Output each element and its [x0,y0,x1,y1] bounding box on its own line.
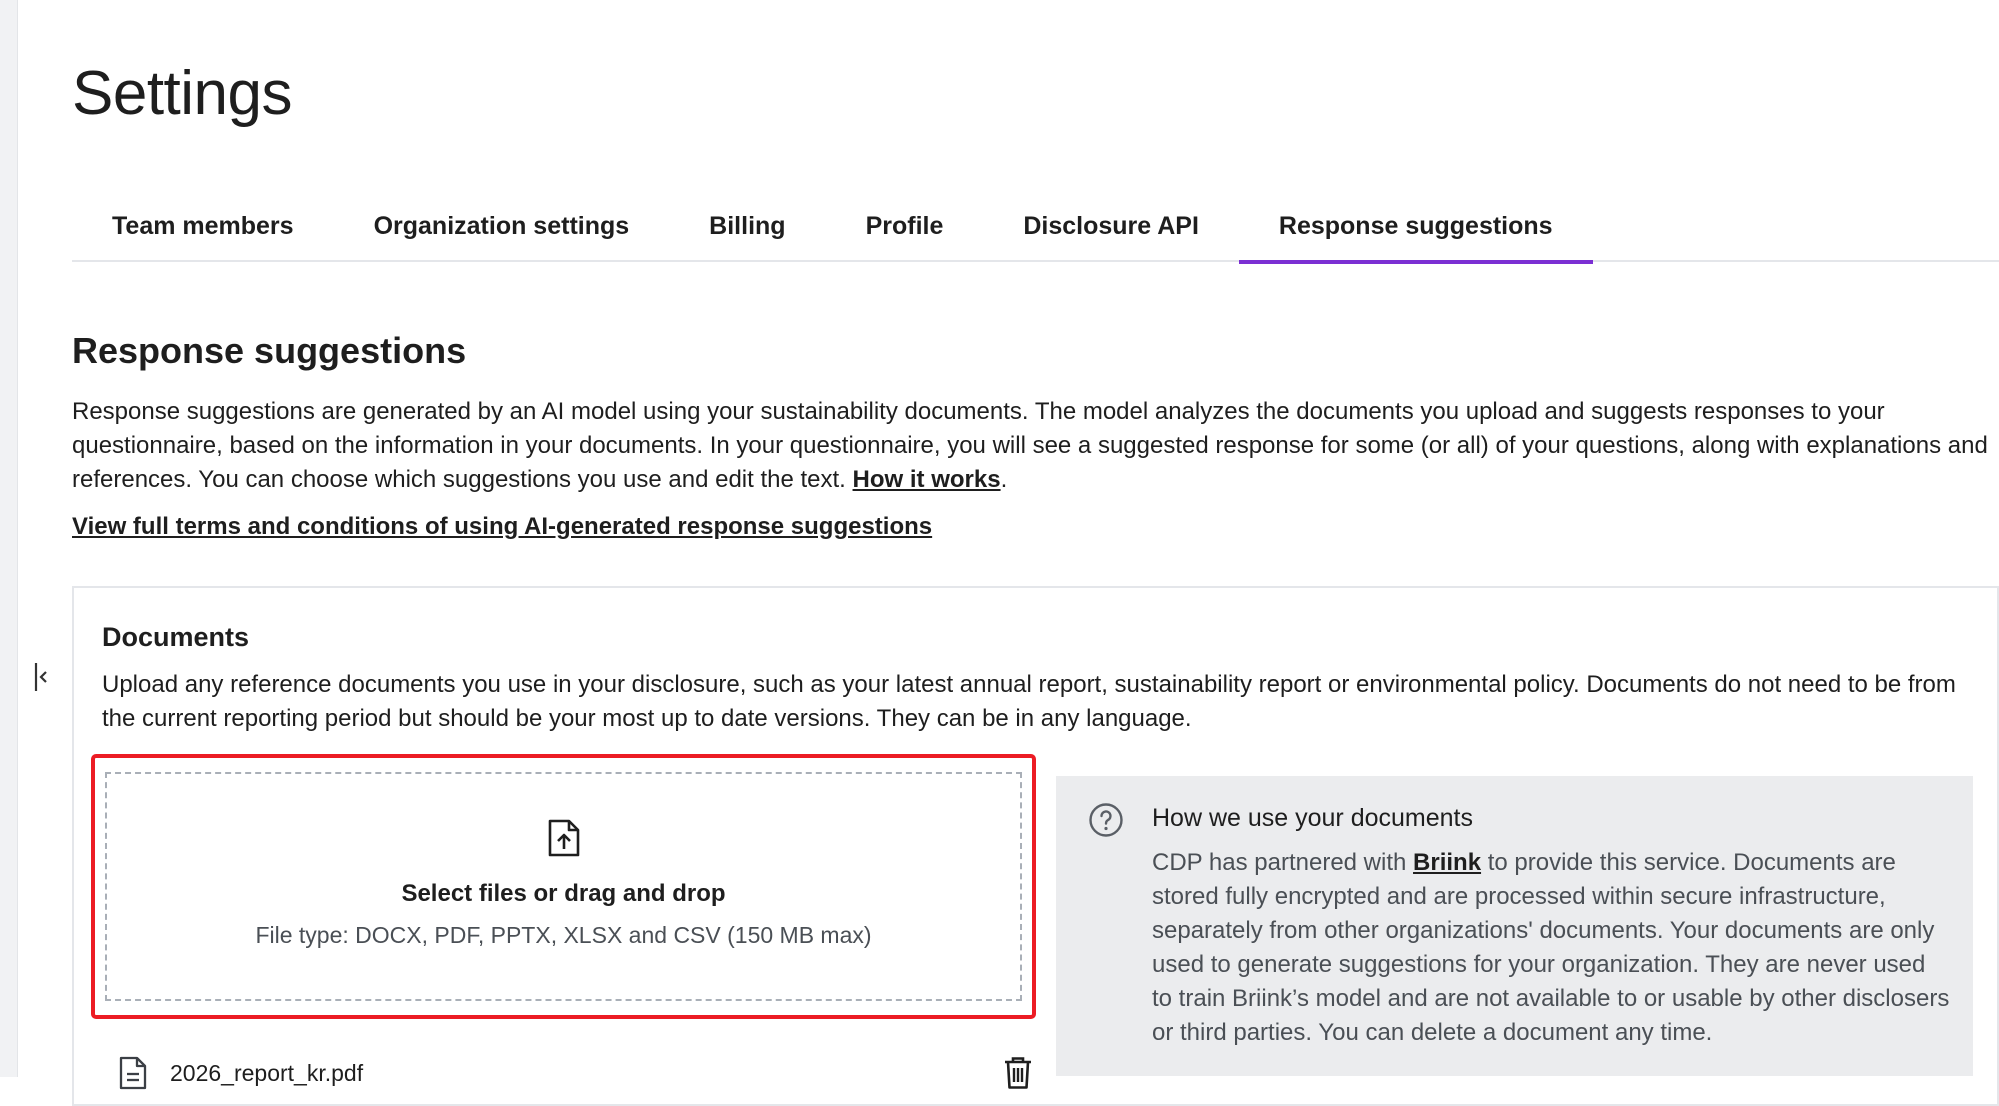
page-title: Settings [72,59,293,128]
intro-trailing: . [1000,466,1008,493]
info-body-prefix: CDP has partnered with [1152,849,1407,876]
how-it-works-link[interactable]: How it works [853,466,1001,493]
intro-text: Response suggestions are generated by an… [72,395,1992,497]
info-body: CDP has partnered with Briink to provide… [1152,846,1952,1050]
collapse-sidebar-icon [34,663,47,691]
dropzone-highlight: Select files or drag and drop File type:… [91,754,1036,1019]
delete-file-button[interactable] [998,1052,1038,1094]
main-content: Settings Team members Organization setti… [72,0,1999,1106]
info-panel: How we use your documents CDP has partne… [1056,776,1973,1076]
settings-tabs: Team members Organization settings Billi… [72,190,1999,264]
tab-organization-settings[interactable]: Organization settings [334,190,670,262]
documents-title: Documents [102,622,250,652]
tab-profile[interactable]: Profile [826,190,984,262]
documents-card: Documents Upload any reference documents… [72,586,1999,1106]
file-upload-icon [548,819,579,857]
tab-disclosure-api[interactable]: Disclosure API [983,190,1239,262]
tab-team-members[interactable]: Team members [72,190,334,262]
terms-link[interactable]: View full terms and conditions of using … [72,510,932,544]
collapse-sidebar-button[interactable] [30,660,52,694]
tab-response-suggestions[interactable]: Response suggestions [1238,190,1593,264]
file-name: 2026_report_kr.pdf [170,1059,364,1086]
briink-link[interactable]: Briink [1413,849,1481,876]
info-title: How we use your documents [1152,804,1473,832]
uploaded-file-row: 2026_report_kr.pdf [118,1048,1038,1098]
intro-body: Response suggestions are generated by an… [72,398,1988,493]
question-circle-icon [1089,803,1123,837]
left-rail [0,0,18,1077]
info-body-suffix: to provide this service. Documents are s… [1152,849,1950,1046]
dropzone-hint: File type: DOCX, PDF, PPTX, XLSX and CSV… [255,922,872,948]
file-dropzone[interactable]: Select files or drag and drop File type:… [105,772,1022,1001]
document-icon [119,1056,147,1090]
dropzone-label: Select files or drag and drop [401,880,726,907]
section-title: Response suggestions [72,330,467,371]
tab-billing[interactable]: Billing [669,190,825,262]
trash-icon [1005,1057,1031,1089]
documents-description: Upload any reference documents you use i… [102,671,1956,732]
